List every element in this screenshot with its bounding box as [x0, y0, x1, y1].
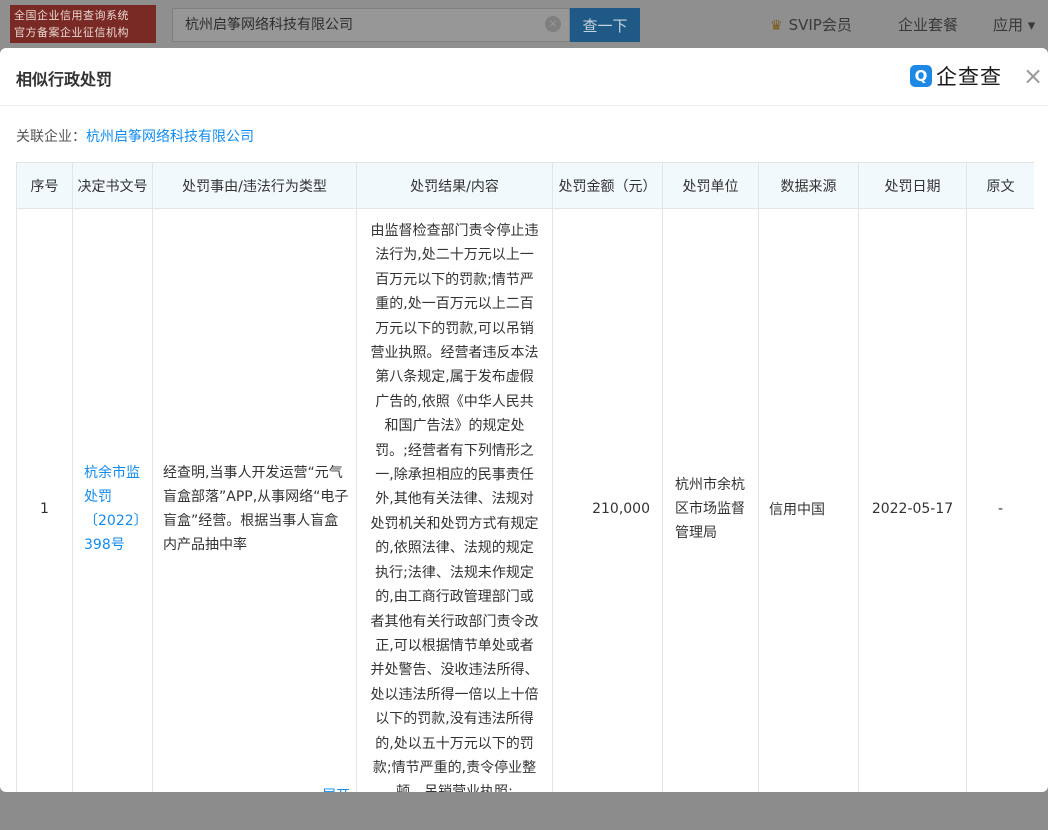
header-amount: 处罚金额（元） — [552, 162, 663, 209]
credit-system-badge[interactable]: 全国企业信用查询系统 官方备案企业征信机构 — [10, 5, 156, 43]
enterprise-package-link[interactable]: 企业套餐 — [898, 14, 958, 35]
qichacha-logo: Q 企查查 — [910, 63, 1002, 89]
qichacha-logo-text: 企查查 — [936, 65, 1002, 89]
svip-label: SVIP会员 — [788, 16, 852, 34]
header-original: 原文 — [966, 162, 1034, 209]
related-company-label: 关联企业： — [16, 129, 86, 145]
header-unit: 处罚单位 — [662, 162, 759, 209]
penalty-table: 序号 决定书文号 处罚事由/违法行为类型 处罚结果/内容 处罚金额（元） 处罚单… — [16, 162, 1034, 792]
clear-search-icon[interactable]: × — [545, 16, 561, 32]
svip-link[interactable]: ♛ SVIP会员 — [770, 14, 852, 35]
cell-original: - — [966, 208, 1034, 792]
header-reason: 处罚事由/违法行为类型 — [152, 162, 357, 209]
header-doc-no: 决定书文号 — [72, 162, 153, 209]
search-button[interactable]: 查一下 — [570, 8, 640, 42]
modal-title: 相似行政处罚 — [16, 70, 113, 89]
cell-unit: 杭州市余杭区市场监督管理局 — [662, 208, 759, 792]
search-input[interactable]: 杭州启筝网络科技有限公司 — [172, 8, 570, 42]
reason-text: 经查明,当事人开发运营“元气盲盒部落”APP,从事网络“电子盲盒”经营。根据当事… — [163, 464, 349, 553]
cell-amount: 210,000 — [552, 208, 663, 792]
cell-source: 信用中国 — [758, 208, 859, 792]
cell-result: 由监督检查部门责令停止违法行为,处二十万元以上一百万元以下的罚款;情节严重的,处… — [356, 208, 553, 792]
badge-line-2: 官方备案企业征信机构 — [14, 26, 129, 39]
modal-header: 相似行政处罚 Q 企查查 × — [0, 48, 1048, 106]
header-source: 数据来源 — [758, 162, 859, 209]
penalty-table-container[interactable]: 序号 决定书文号 处罚事由/违法行为类型 处罚结果/内容 处罚金额（元） 处罚单… — [16, 162, 1034, 792]
qichacha-logo-icon: Q — [910, 65, 932, 87]
cell-reason: 经查明,当事人开发运营“元气盲盒部落”APP,从事网络“电子盲盒”经营。根据当事… — [152, 208, 357, 792]
table-row: 1 杭余市监处罚〔2022〕398号 经查明,当事人开发运营“元气盲盒部落”AP… — [16, 208, 1034, 792]
apps-menu[interactable]: 应用 ▾ — [993, 14, 1035, 35]
background-page-footer — [0, 792, 1048, 830]
expand-link[interactable]: ...展开 — [298, 784, 350, 792]
related-company-link[interactable]: 杭州启筝网络科技有限公司 — [86, 129, 254, 145]
close-icon[interactable]: × — [1022, 64, 1044, 88]
badge-line-1: 全国企业信用查询系统 — [14, 9, 129, 22]
related-company: 关联企业：杭州启筝网络科技有限公司 — [16, 126, 254, 146]
crown-icon: ♛ — [770, 18, 783, 34]
top-navigation-bar: 全国企业信用查询系统 官方备案企业征信机构 杭州启筝网络科技有限公司 × 查一下… — [0, 0, 1048, 48]
header-date: 处罚日期 — [858, 162, 967, 209]
doc-no-link[interactable]: 杭余市监处罚〔2022〕398号 — [72, 208, 153, 792]
similar-penalty-modal: 相似行政处罚 Q 企查查 × 关联企业：杭州启筝网络科技有限公司 序号 决定书文… — [0, 48, 1048, 792]
cell-index: 1 — [16, 208, 73, 792]
header-index: 序号 — [16, 162, 73, 209]
header-result: 处罚结果/内容 — [356, 162, 553, 209]
table-header-row: 序号 决定书文号 处罚事由/违法行为类型 处罚结果/内容 处罚金额（元） 处罚单… — [16, 162, 1034, 209]
cell-date: 2022-05-17 — [858, 208, 967, 792]
